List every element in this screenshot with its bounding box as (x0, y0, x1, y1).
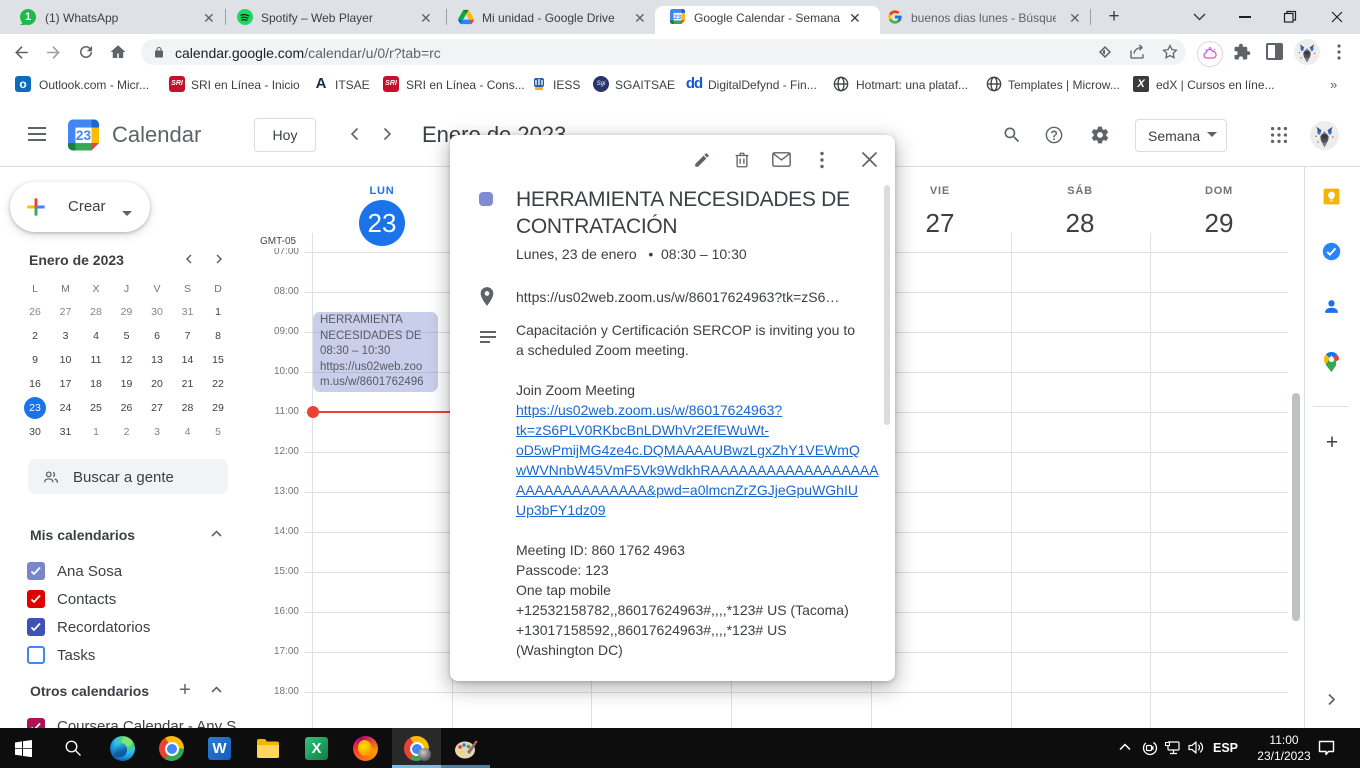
svg-text:23: 23 (674, 14, 682, 21)
svg-text:23: 23 (76, 128, 92, 143)
